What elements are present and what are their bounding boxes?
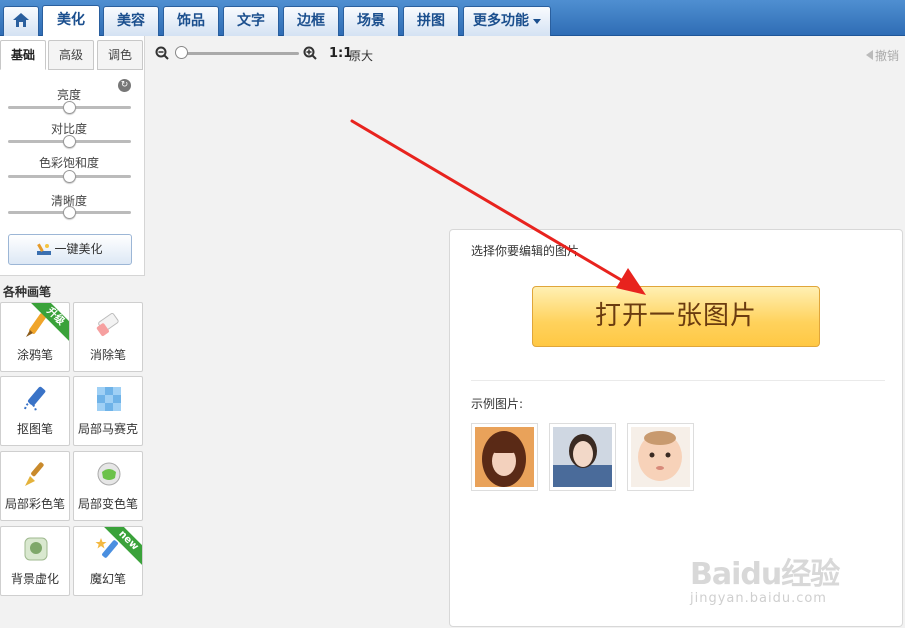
tool-background-blur[interactable]: 背景虚化 — [0, 526, 70, 596]
tab-frame[interactable]: 边框 — [283, 6, 339, 36]
zoom-slider-knob[interactable] — [175, 46, 188, 59]
tab-collage[interactable]: 拼图 — [403, 6, 459, 36]
color-change-icon — [95, 460, 123, 488]
subtab-advanced[interactable]: 高级 — [48, 40, 94, 70]
tool-eraser-pen[interactable]: 消除笔 — [73, 302, 143, 372]
tool-mosaic[interactable]: 局部马赛克 — [73, 376, 143, 446]
tool-cutout-pen[interactable]: 抠图笔 — [0, 376, 70, 446]
subtab-basic[interactable]: 基础 — [0, 40, 46, 70]
undo-button[interactable]: 撤销 — [865, 47, 899, 64]
sample-images-label: 示例图片: — [471, 397, 524, 411]
sample-image-2[interactable] — [549, 423, 616, 491]
contrast-slider-knob[interactable] — [62, 135, 76, 148]
original-size-button[interactable]: 原大 — [349, 47, 373, 64]
tool-magic-pen[interactable]: 魔幻笔 new — [73, 526, 143, 596]
tab-accessories[interactable]: 饰品 — [163, 6, 219, 36]
magic-wand-icon — [37, 237, 52, 255]
adjust-panel: 基础 高级 调色 ↻ 亮度 对比度 色彩饱和度 清晰度 一键美化 — [0, 36, 145, 276]
eraser-icon — [95, 311, 123, 339]
brushes-title: 各种画笔 — [3, 285, 52, 299]
cutout-pen-icon — [22, 385, 50, 413]
sample-image-3[interactable] — [627, 423, 694, 491]
divider — [471, 380, 885, 381]
tab-beauty[interactable]: 美容 — [103, 6, 159, 36]
tool-doodle-pen[interactable]: 涂鸦笔 升级 — [0, 302, 70, 372]
blur-icon — [22, 535, 50, 563]
zoom-slider-track[interactable] — [177, 52, 299, 55]
tab-scene[interactable]: 场景 — [343, 6, 399, 36]
open-image-hint: 选择你要编辑的图片 — [471, 244, 580, 258]
sample-baby-image — [631, 427, 690, 487]
home-icon — [13, 13, 29, 27]
sample-image-1[interactable] — [471, 423, 538, 491]
open-image-button[interactable]: 打开一张图片 — [532, 286, 820, 347]
tab-text[interactable]: 文字 — [223, 6, 279, 36]
color-brush-icon — [22, 460, 50, 488]
caret-down-icon — [533, 18, 541, 24]
top-tab-bar: 美化 美容 饰品 文字 边框 场景 拼图 更多功能 — [0, 0, 905, 37]
undo-icon — [865, 50, 873, 60]
sample-woman-bangs-image — [475, 427, 534, 487]
open-image-panel: 选择你要编辑的图片 打开一张图片 示例图片: — [449, 229, 903, 627]
one-key-beautify-button[interactable]: 一键美化 — [8, 234, 132, 265]
tool-color-brush[interactable]: 局部彩色笔 — [0, 451, 70, 521]
mosaic-icon — [95, 385, 123, 413]
tool-color-change[interactable]: 局部变色笔 — [73, 451, 143, 521]
zoom-in-icon[interactable] — [303, 46, 317, 60]
tab-more-features[interactable]: 更多功能 — [463, 6, 551, 36]
brightness-slider-knob[interactable] — [62, 101, 76, 114]
saturation-slider-knob[interactable] — [62, 170, 76, 183]
zoom-out-icon[interactable] — [155, 46, 169, 60]
sharpness-slider-knob[interactable] — [62, 206, 76, 219]
subtab-tone[interactable]: 调色 — [97, 40, 143, 70]
tab-beautify[interactable]: 美化 — [42, 5, 100, 37]
tab-home[interactable] — [3, 6, 39, 36]
saturation-label: 色彩饱和度 — [38, 156, 99, 170]
sample-woman-selfie-image — [553, 427, 612, 487]
